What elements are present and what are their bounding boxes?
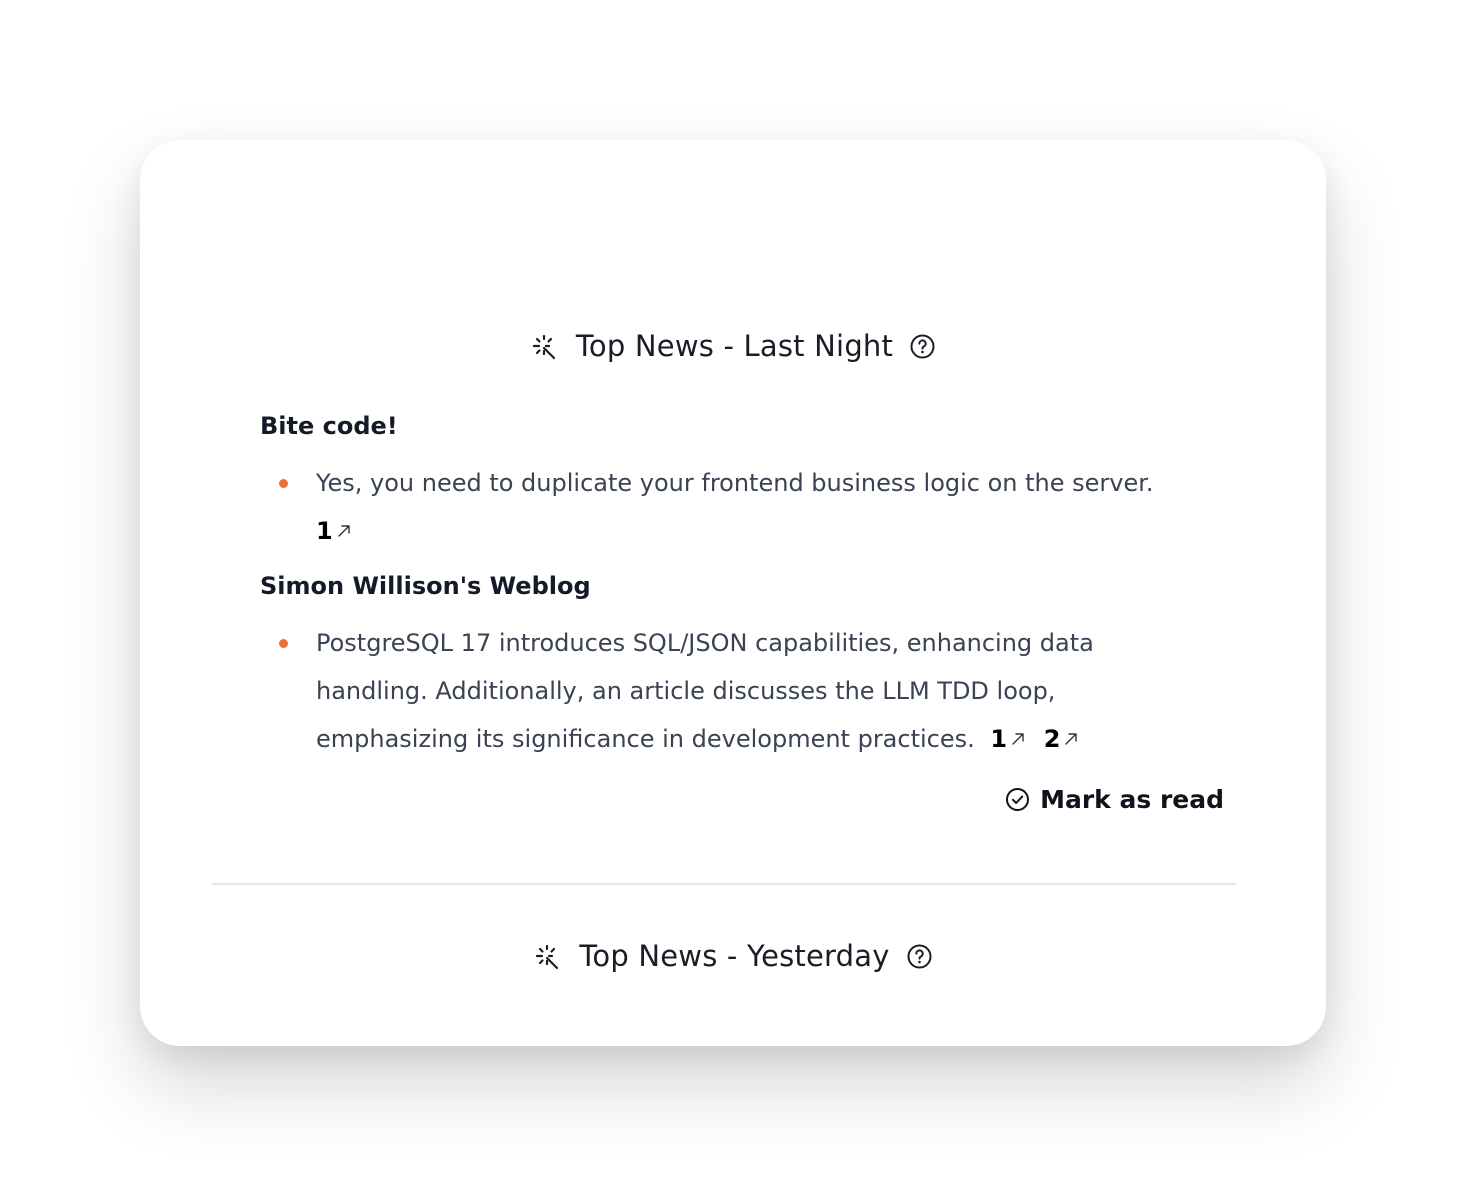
reference-number: 1 [990, 725, 1008, 753]
source-title: Simon Willison's Weblog [260, 572, 591, 600]
bullet-dot [279, 639, 288, 648]
sparkle-icon [536, 944, 559, 970]
mark-as-read-button[interactable]: Mark as read [1005, 785, 1224, 814]
reference-number: 2 [1043, 725, 1061, 753]
reference-number: 1 [316, 517, 333, 545]
reference-link[interactable]: 1 [990, 715, 1026, 763]
section-heading-yesterday: Top News - Yesterday [140, 936, 1326, 976]
external-arrow-icon [1012, 733, 1024, 745]
source-title: Bite code! [260, 412, 398, 440]
external-arrow-icon [338, 525, 350, 537]
reference-link[interactable]: 2 [1044, 715, 1080, 763]
item-text: PostgreSQL 17 introduces SQL/JSON capabi… [316, 629, 1094, 753]
mark-as-read-label: Mark as read [1040, 785, 1224, 814]
divider [212, 883, 1236, 885]
external-arrow-icon [1065, 733, 1078, 745]
check-circle-icon [1006, 788, 1030, 811]
section-title: Top News - Last Night [575, 329, 894, 363]
list-item: PostgreSQL 17 introduces SQL/JSON capabi… [279, 619, 1196, 763]
sparkle-icon [532, 334, 556, 360]
list-item: Yes, you need to duplicate your frontend… [279, 459, 1196, 555]
news-card: Top News - Last Night Bite code! Yes, yo… [140, 140, 1326, 1046]
bullet-dot [279, 479, 288, 488]
section-title: Top News - Yesterday [579, 939, 890, 973]
help-icon[interactable] [906, 943, 933, 970]
help-icon[interactable] [909, 333, 936, 360]
item-text: Yes, you need to duplicate your frontend… [316, 469, 1154, 497]
section-heading-last-night: Top News - Last Night [140, 326, 1326, 366]
reference-link[interactable]: 1 [316, 507, 352, 555]
